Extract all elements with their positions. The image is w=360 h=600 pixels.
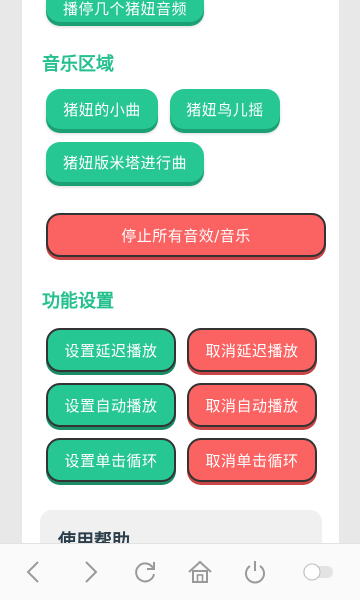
stop-all-label: 停止所有音效/音乐 <box>121 226 251 245</box>
cancel-click-loop-button[interactable]: 取消单击循环 <box>187 438 317 482</box>
song-button-mita-march[interactable]: 猪妞版米塔进行曲 <box>46 142 204 182</box>
home-icon[interactable] <box>186 558 214 586</box>
cancel-delay-play-button[interactable]: 取消延迟播放 <box>187 328 317 372</box>
stop-all-button[interactable]: 停止所有音效/音乐 <box>46 213 326 257</box>
set-delay-play-button[interactable]: 设置延迟播放 <box>46 328 176 372</box>
set-click-loop-button[interactable]: 设置单击循环 <box>46 438 176 482</box>
set-click-loop-label: 设置单击循环 <box>64 451 158 470</box>
cancel-auto-play-button[interactable]: 取消自动播放 <box>187 383 317 427</box>
browser-nav-bar <box>0 543 360 600</box>
song-button-niaoeryao[interactable]: 猪妞鸟儿摇 <box>170 89 280 129</box>
set-auto-play-button[interactable]: 设置自动播放 <box>46 383 176 427</box>
top-partial-button-label: 播停几个猪妞音频 <box>62 0 187 18</box>
help-title: 使用帮助 <box>58 531 130 543</box>
toggle-switch[interactable] <box>300 558 336 586</box>
cancel-auto-play-label: 取消自动播放 <box>205 396 299 415</box>
forward-icon[interactable] <box>76 558 104 586</box>
song-button-label: 猪妞鸟儿摇 <box>186 100 264 119</box>
song-button-xiaoqu[interactable]: 猪妞的小曲 <box>46 89 158 129</box>
web-viewport: 播停几个猪妞音频 音乐区域 猪妞的小曲 猪妞鸟儿摇 猪妞版米塔进行曲 停止所有音… <box>0 0 360 543</box>
music-section-title: 音乐区域 <box>42 54 114 75</box>
top-partial-button[interactable]: 播停几个猪妞音频 <box>46 0 204 22</box>
set-auto-play-label: 设置自动播放 <box>64 396 158 415</box>
cancel-click-loop-label: 取消单击循环 <box>205 451 299 470</box>
refresh-icon[interactable] <box>131 558 159 586</box>
song-button-label: 猪妞版米塔进行曲 <box>62 153 187 172</box>
back-icon[interactable] <box>20 558 48 586</box>
settings-section-title: 功能设置 <box>42 291 114 312</box>
song-button-label: 猪妞的小曲 <box>63 100 141 119</box>
cancel-delay-play-label: 取消延迟播放 <box>205 341 299 360</box>
set-delay-play-label: 设置延迟播放 <box>64 341 158 360</box>
power-icon[interactable] <box>241 558 269 586</box>
